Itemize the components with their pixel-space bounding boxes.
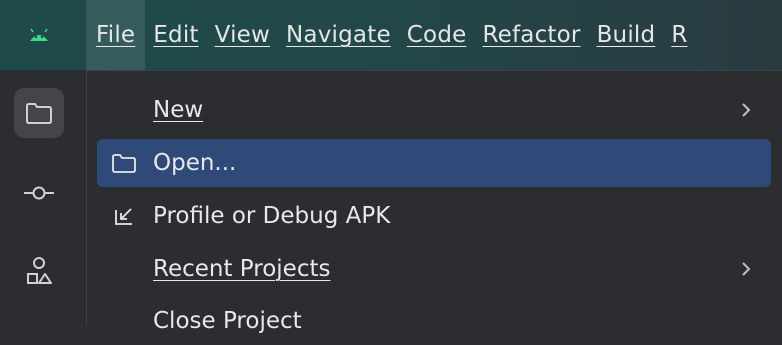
chevron-right-icon	[742, 262, 751, 276]
menu-item-profile-debug-apk[interactable]: Profile or Debug APK	[97, 192, 771, 240]
menu-file[interactable]: File	[86, 0, 146, 70]
menu-item-close-project[interactable]: Close Project	[97, 297, 771, 345]
menu-item-label: Profile or Debug APK	[153, 203, 391, 229]
menu-build[interactable]: Build	[589, 0, 664, 70]
menu-item-label: Close Project	[153, 308, 302, 334]
menu-run[interactable]: R	[663, 0, 695, 70]
menu-item-label: New	[153, 97, 204, 123]
menu-code[interactable]: Code	[399, 0, 475, 70]
menu-item-open[interactable]: Open...	[97, 139, 771, 187]
folder-icon	[111, 151, 137, 175]
file-menu-dropdown: New Open... Profile or Debug APK Recent …	[86, 70, 782, 334]
menu-edit[interactable]: Edit	[145, 0, 206, 70]
menu-item-label: Recent Projects	[153, 256, 331, 282]
commit-tool-button[interactable]	[14, 168, 64, 218]
menu-navigate[interactable]: Navigate	[278, 0, 399, 70]
import-arrow-icon	[111, 204, 137, 228]
title-bar: File Edit View Navigate Code Refactor Bu…	[0, 0, 782, 70]
commit-icon	[24, 186, 54, 200]
project-tool-button[interactable]	[14, 88, 64, 138]
menu-bar: File Edit View Navigate Code Refactor Bu…	[86, 0, 696, 70]
menu-item-recent-projects[interactable]: Recent Projects	[97, 245, 771, 293]
menu-refactor[interactable]: Refactor	[474, 0, 588, 70]
menu-item-new[interactable]: New	[97, 86, 771, 134]
chevron-right-icon	[742, 103, 751, 117]
menu-view[interactable]: View	[207, 0, 278, 70]
folder-icon	[26, 103, 52, 124]
structure-tool-button[interactable]	[14, 246, 64, 296]
structure-icon	[27, 257, 52, 284]
tool-sidebar	[0, 70, 86, 325]
menu-item-label: Open...	[153, 150, 237, 176]
android-studio-logo[interactable]	[28, 27, 50, 43]
